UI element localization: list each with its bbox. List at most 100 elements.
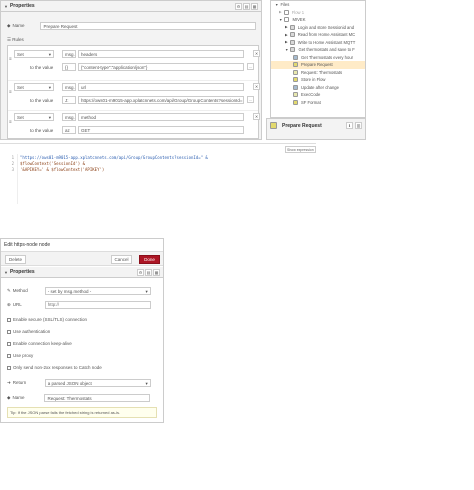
rule-target-input[interactable]: headers [78, 50, 244, 58]
name-label: Name [12, 23, 25, 28]
to-value-label: to the value [30, 98, 54, 103]
checkbox[interactable] [7, 353, 11, 358]
chevron-icon[interactable]: ▼ [285, 48, 288, 52]
checkbox[interactable] [7, 329, 11, 334]
code-text: '&APIKEY=' & $flowContext('APIKEY') [20, 167, 105, 172]
description-icon[interactable]: ▤ [145, 268, 152, 276]
tree-item[interactable]: SF Format [271, 99, 365, 107]
top-edit-panel: ▼ Properties ⚙ ▤ ▦ ◆ Name Prepare Reques… [0, 0, 262, 140]
tree-item[interactable]: ▶ Write to Home Assistant MQTT [271, 39, 365, 47]
rules-label: Rules [12, 37, 24, 42]
properties-tab[interactable]: Properties [10, 3, 35, 9]
tree-item[interactable]: Store in Flow [271, 76, 365, 84]
remove-rule-button[interactable]: ✕ [253, 83, 260, 90]
rule-action-select[interactable]: Set ▾ [14, 83, 54, 91]
drag-handle-icon[interactable]: ≡ [9, 89, 12, 94]
node-icon [289, 24, 295, 30]
http-name-row: ◆ Name Request: Thermostats [7, 393, 157, 402]
chevron-down-icon[interactable]: ▼ [275, 3, 278, 7]
checkbox-row[interactable]: Enable connection keep-alive [7, 341, 72, 346]
rule-value-input[interactable]: https://ows01-m9015-app.xplatcnnets.com/… [78, 96, 244, 104]
tree-item[interactable]: Update after change [271, 84, 365, 92]
node-icon [290, 47, 296, 53]
tree-item-label: Prepare Request [301, 62, 333, 68]
rule-target-type[interactable]: msg. [62, 113, 76, 121]
tree-item[interactable]: Get Thermostats every hour [271, 54, 365, 62]
info-button[interactable]: ℹ [346, 122, 353, 129]
rule-target-type[interactable]: msg. [62, 50, 76, 58]
tree-item-label: MIVEK [292, 17, 306, 23]
chevron-icon[interactable]: ▶ [285, 33, 288, 37]
tree-item[interactable]: Request: Thermostats [271, 69, 365, 77]
top-name-input[interactable]: Prepare Request [40, 21, 257, 30]
top-tab-header: ▼ Properties ⚙ ▤ ▦ [1, 1, 261, 12]
gear-icon[interactable]: ⚙ [137, 268, 144, 276]
drag-handle-icon[interactable]: ≡ [9, 56, 12, 61]
expand-editor-button[interactable]: … [247, 96, 254, 103]
rule-value-type[interactable]: az [62, 126, 76, 134]
node-icon [293, 77, 298, 83]
chevron-down-icon[interactable]: ▼ [4, 270, 8, 275]
rule-target-type[interactable]: msg. [62, 83, 76, 91]
tree-item-label: SF Format [301, 99, 321, 105]
info-node-label: Prepare Request [282, 123, 322, 129]
checkbox-label: Use authentication [13, 329, 51, 334]
expand-editor-button[interactable]: … [247, 63, 254, 70]
rule-value-type[interactable]: J: [62, 96, 76, 104]
rule-target-input[interactable]: url [78, 83, 244, 91]
chevron-icon[interactable]: ▶ [285, 25, 288, 29]
tree-item[interactable]: ExecCode [271, 91, 365, 99]
tree-item[interactable]: ▼ MIVEK [271, 16, 365, 24]
gear-icon[interactable]: ⚙ [235, 2, 242, 10]
appearance-icon[interactable]: ▦ [153, 268, 160, 276]
tree-item[interactable]: ▼ Get thermostats and save to F [271, 46, 365, 54]
book-icon[interactable]: ▥ [355, 122, 362, 129]
checkbox[interactable] [7, 341, 11, 346]
tree-item-label: Get Thermostats every hour [301, 54, 354, 60]
code-text: $flowContext('SessionId') & [20, 161, 86, 166]
done-button[interactable]: Done [139, 255, 160, 264]
tree-item[interactable]: Prepare Request [271, 61, 365, 69]
code-line: 2 $flowContext('SessionId') & [0, 161, 316, 166]
checkbox-row[interactable]: Use proxy [7, 353, 33, 358]
tree-item[interactable]: ▶ Read from Home Assistant MC [271, 31, 365, 39]
chevron-icon[interactable]: ▶ [285, 40, 288, 44]
line-number: 3 [11, 167, 14, 172]
globe-icon: ⊕ [7, 301, 11, 307]
expression-editor[interactable]: Show expression 1 "https://ows01-m9015-ap… [0, 143, 316, 204]
return-select[interactable]: a parsed JSON object ▾ [44, 378, 151, 387]
url-input[interactable] [44, 300, 151, 309]
tree-item-label: Login and store Sessionid and [297, 24, 355, 30]
checkbox-row[interactable]: Only send non-2xx responses to Catch nod… [7, 365, 102, 370]
checkbox[interactable] [7, 365, 11, 370]
chevron-icon[interactable]: ▼ [279, 18, 282, 22]
remove-rule-button[interactable]: ✕ [253, 50, 260, 57]
http-name-input[interactable]: Request: Thermostats [44, 393, 151, 402]
tree-item[interactable]: ▶ Login and store Sessionid and [271, 24, 365, 32]
rule-action-select[interactable]: Set ▾ [14, 50, 54, 58]
expand-expression-button[interactable]: Show expression [285, 146, 316, 153]
appearance-icon[interactable]: ▦ [251, 2, 258, 10]
rule-item: ≡ Set ▾ msg. method to the value az GET ✕ [8, 110, 260, 138]
checkbox[interactable] [7, 317, 11, 322]
line-number: 1 [11, 155, 14, 160]
rule-value-input[interactable]: {"content-type":"application/json"} [78, 63, 244, 71]
rule-value-type[interactable]: {} [62, 63, 76, 71]
rule-target-input[interactable]: method [78, 113, 244, 121]
info-node-icon [270, 122, 277, 129]
checkbox-row[interactable]: Enable secure (SSL/TLS) connection [7, 317, 87, 322]
chevron-icon[interactable]: ▶ [279, 10, 282, 14]
delete-button[interactable]: Delete [5, 255, 27, 264]
description-icon[interactable]: ▤ [243, 2, 250, 10]
rule-value-input[interactable]: GET [78, 126, 244, 134]
drag-handle-icon[interactable]: ≡ [9, 119, 12, 124]
remove-rule-button[interactable]: ✕ [253, 113, 260, 120]
method-select[interactable]: - set by msg.method - ▾ [44, 286, 151, 295]
checkbox-row[interactable]: Use authentication [7, 329, 50, 334]
cancel-button[interactable]: Cancel [111, 255, 132, 264]
rule-action-select[interactable]: Set ▾ [14, 113, 54, 121]
tree-item[interactable]: ▶ Flow 1 [271, 9, 365, 17]
to-value-label: to the value [30, 128, 54, 133]
properties-tab[interactable]: Properties [10, 269, 35, 275]
chevron-down-icon[interactable]: ▼ [4, 4, 8, 9]
